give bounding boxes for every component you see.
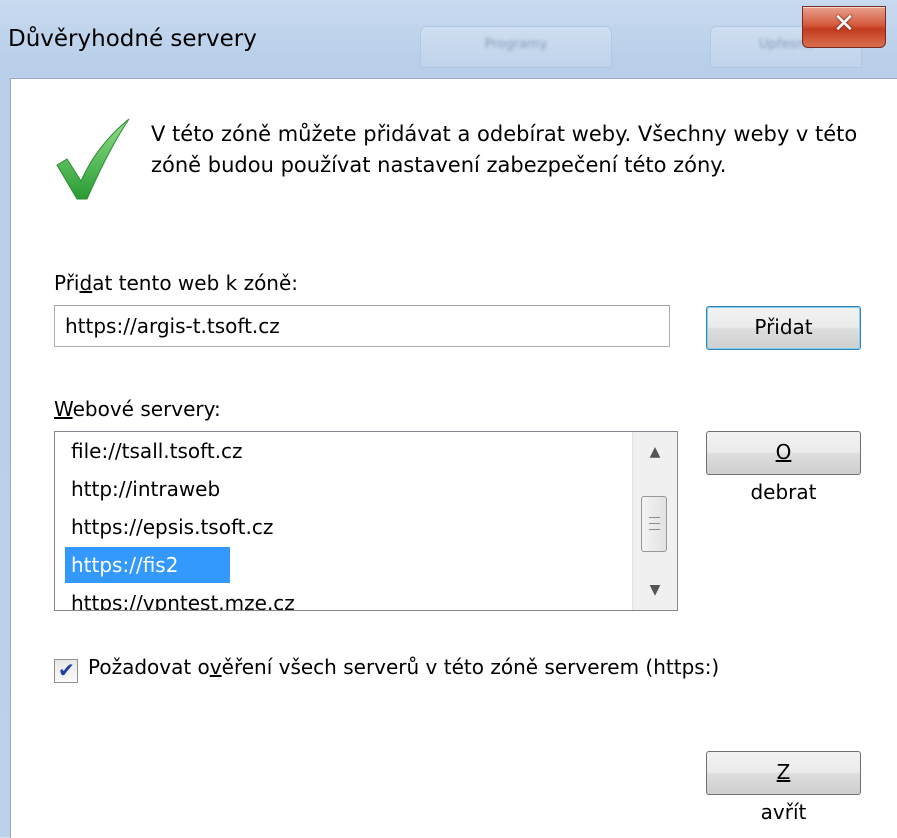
list-item[interactable]: file://tsall.tsoft.cz xyxy=(55,432,629,470)
dialog-content: V této zóně můžete přidávat a odebírat w… xyxy=(10,78,897,838)
close-icon: ✕ xyxy=(833,9,855,39)
add-site-input[interactable] xyxy=(54,305,670,347)
dialog-window: Programy Upřesnit Důvěryhodné servery ✕ … xyxy=(0,0,897,838)
add-site-label: Přidat tento web k zóně: xyxy=(54,271,299,295)
background-tab: Programy xyxy=(420,26,612,68)
scroll-down-arrow-icon[interactable]: ▼ xyxy=(633,570,677,610)
websites-list-items: file://tsall.tsoft.cz http://intraweb ht… xyxy=(55,432,629,610)
green-checkmark-icon xyxy=(56,118,130,200)
remove-button[interactable]: Odebrat xyxy=(706,431,861,504)
require-https-checkbox[interactable]: ✔ xyxy=(54,658,78,683)
zone-description: V této zóně můžete přidávat a odebírat w… xyxy=(151,122,858,177)
scroll-thumb[interactable] xyxy=(641,496,667,552)
checkmark-icon: ✔ xyxy=(58,658,75,682)
list-item[interactable]: https://vpntest.mze.cz xyxy=(55,584,629,610)
list-item[interactable]: https://epsis.tsoft.cz xyxy=(55,508,629,546)
list-item[interactable]: http://intraweb xyxy=(55,470,629,508)
list-item-selected[interactable]: https://fis2 xyxy=(55,546,629,584)
list-scrollbar[interactable]: ▲ ▼ xyxy=(632,432,677,610)
close-window-button[interactable]: ✕ xyxy=(802,6,886,48)
require-https-label[interactable]: Požadovat ověření všech serverů v této z… xyxy=(88,655,719,679)
websites-label: Webové servery: xyxy=(54,397,221,421)
close-button[interactable]: Zavřít xyxy=(706,751,861,824)
websites-list[interactable]: file://tsall.tsoft.cz http://intraweb ht… xyxy=(54,431,678,611)
title-bar[interactable]: Programy Upřesnit Důvěryhodné servery ✕ xyxy=(0,0,897,78)
window-title: Důvěryhodné servery xyxy=(8,26,257,52)
scroll-up-arrow-icon[interactable]: ▲ xyxy=(633,432,677,472)
add-button[interactable]: Přidat xyxy=(706,306,861,350)
